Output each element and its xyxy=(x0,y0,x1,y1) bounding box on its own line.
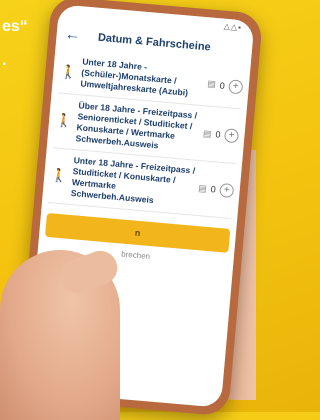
background-headline: es“ xyxy=(2,18,28,35)
ticket-count: 0 xyxy=(210,184,217,195)
pedestrian-icon: 🚶 xyxy=(59,63,78,80)
status-time xyxy=(70,8,71,22)
plus-icon[interactable]: + xyxy=(228,78,244,94)
ticket-label: Unter 18 Jahre - Freizeitpass / Studitic… xyxy=(70,155,196,206)
ticket-count: 0 xyxy=(215,129,221,140)
plus-icon[interactable]: + xyxy=(223,128,240,144)
pedestrian-icon: 🚶 xyxy=(55,112,73,129)
ticket-icon: ▤ xyxy=(206,78,217,90)
background-text-dot: . xyxy=(2,52,7,69)
ticket-icon: ▤ xyxy=(202,127,213,139)
ticket-icon: ▤ xyxy=(197,182,208,194)
ticket-list: 🚶 Unter 18 Jahre - (Schüler-)Monatskarte… xyxy=(42,47,251,221)
arrow-left-icon[interactable]: ← xyxy=(64,26,85,46)
ticket-count: 0 xyxy=(219,80,226,91)
status-icons: △△▪ xyxy=(223,21,243,33)
ticket-label: Über 18 Jahre - Freizeitpass / Seniorent… xyxy=(75,100,198,151)
plus-icon[interactable]: + xyxy=(219,182,235,199)
ticket-label: Unter 18 Jahre - (Schüler-)Monatskarte /… xyxy=(80,56,189,98)
pedestrian-icon: 🚶 xyxy=(50,167,69,184)
